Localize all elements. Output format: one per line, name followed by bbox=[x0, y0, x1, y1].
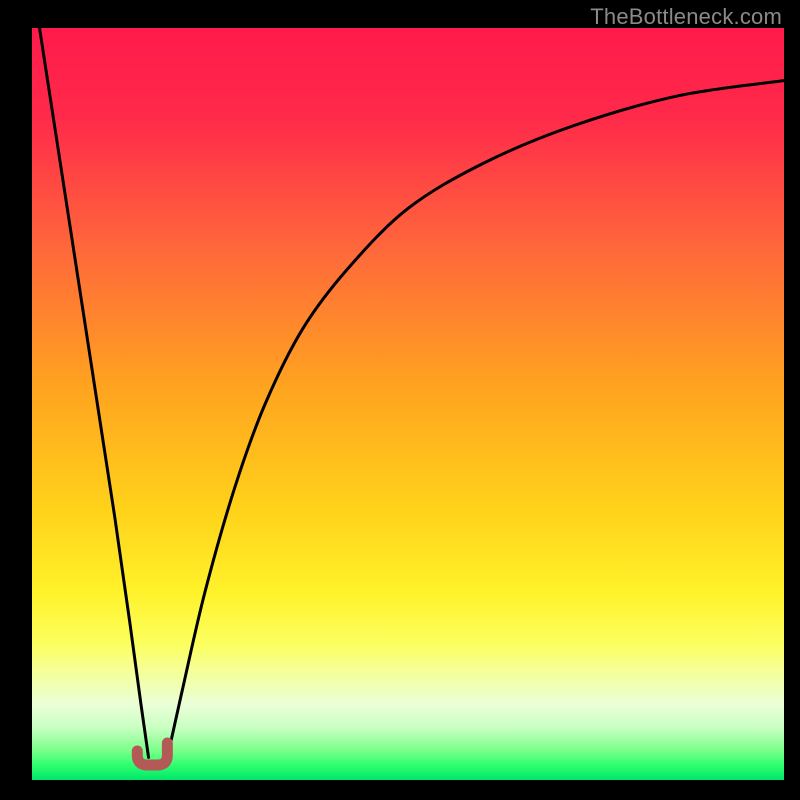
watermark-text: TheBottleneck.com bbox=[590, 4, 782, 30]
curve-left-branch bbox=[40, 28, 149, 757]
chart-frame: TheBottleneck.com bbox=[0, 0, 800, 800]
plot-area bbox=[32, 28, 784, 780]
curve-right-branch bbox=[167, 81, 784, 758]
optimal-range-marker bbox=[137, 743, 167, 765]
bottleneck-curve bbox=[32, 28, 784, 780]
